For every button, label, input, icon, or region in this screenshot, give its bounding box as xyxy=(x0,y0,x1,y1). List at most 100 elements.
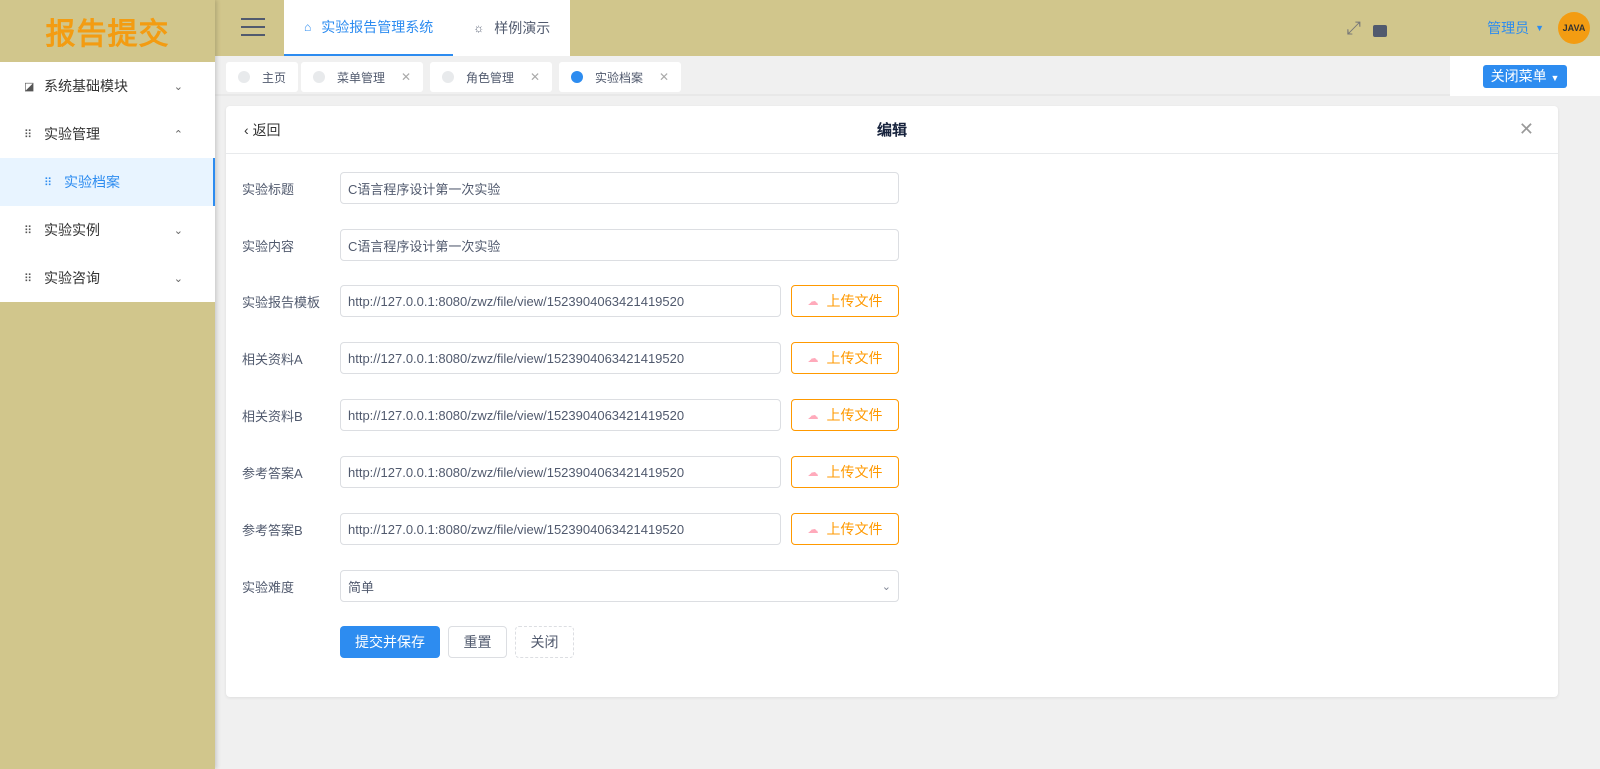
close-icon[interactable]: ✕ xyxy=(659,70,669,84)
sidebar: 报告提交 ◪ 系统基础模块 ⌄ ⠿ 实验管理 ⌃ ⠿ 实验档案 ⠿ 实验实例 ⌄ ⠿ 实验咨询 ⌄ xyxy=(0,0,215,769)
lock-icon[interactable] xyxy=(1373,25,1388,37)
card-header: ‹ 返回 编辑 ✕ xyxy=(226,106,1558,154)
close-icon[interactable]: ✕ xyxy=(530,70,540,84)
field-label: 相关资料A xyxy=(242,351,303,367)
header: ⌂ 实验报告管理系统 ☼ 样例演示 ⤢ 管理员 ▼ JAVA xyxy=(215,0,1600,56)
upload-file-button[interactable]: ☁ 上传文件 xyxy=(791,285,899,317)
label: 上传文件 xyxy=(826,407,883,423)
status-dot xyxy=(442,71,454,83)
label: 实验管理 xyxy=(44,126,100,142)
tag-role-mgmt[interactable]: 角色管理 ✕ xyxy=(430,62,553,92)
field-label: 实验标题 xyxy=(242,181,295,197)
sidebar-item-experiment-archive[interactable]: ⠿ 实验档案 xyxy=(0,158,215,206)
close-menu-area: 关闭菜单 ▼ xyxy=(1450,56,1600,96)
topnav-system[interactable]: ⌂ 实验报告管理系统 xyxy=(284,0,454,56)
label: 上传文件 xyxy=(826,464,883,480)
label: 角色管理 xyxy=(466,70,515,85)
fullscreen-icon[interactable]: ⤢ xyxy=(1347,18,1361,39)
upload-file-button[interactable]: ☁ 上传文件 xyxy=(791,513,899,545)
cloud-upload-icon: ☁ xyxy=(807,295,819,308)
user-name[interactable]: 管理员 xyxy=(1487,18,1529,38)
sidebar-item-experiment-consult[interactable]: ⠿ 实验咨询 ⌄ xyxy=(0,254,215,302)
field-input[interactable]: http://127.0.0.1:8080/zwz/file/view/1523… xyxy=(340,342,781,374)
label: 返回 xyxy=(252,121,281,138)
chart-icon: ◪ xyxy=(24,80,35,93)
field-input[interactable]: http://127.0.0.1:8080/zwz/file/view/1523… xyxy=(340,513,781,545)
field-label: 相关资料B xyxy=(242,408,303,424)
form-row: 实验标题 C语言程序设计第一次实验 xyxy=(242,172,899,204)
back-button[interactable]: ‹ 返回 xyxy=(244,120,281,140)
value: C语言程序设计第一次实验 xyxy=(348,181,501,197)
sidebar-menu: ◪ 系统基础模块 ⌄ ⠿ 实验管理 ⌃ ⠿ 实验档案 ⠿ 实验实例 ⌄ ⠿ 实验咨询 ⌄ xyxy=(0,62,215,302)
grid-icon: ⠿ xyxy=(44,176,53,189)
cloud-upload-icon: ☁ xyxy=(807,352,819,365)
upload-file-button[interactable]: ☁ 上传文件 xyxy=(791,399,899,431)
field-input[interactable]: http://127.0.0.1:8080/zwz/file/view/1523… xyxy=(340,285,781,317)
field-input[interactable]: C语言程序设计第一次实验 xyxy=(340,172,899,204)
submit-button[interactable]: 提交并保存 xyxy=(340,626,440,658)
sidebar-item-experiment-instance[interactable]: ⠿ 实验实例 ⌄ xyxy=(0,206,215,254)
status-dot xyxy=(238,71,250,83)
hamburger-menu-icon[interactable] xyxy=(241,18,265,42)
value: http://127.0.0.1:8080/zwz/file/view/1523… xyxy=(348,350,685,366)
chevron-down-icon: ⌄ xyxy=(881,580,891,593)
top-nav: ⌂ 实验报告管理系统 ☼ 样例演示 xyxy=(284,0,571,56)
reset-button[interactable]: 重置 xyxy=(448,626,507,658)
field-input[interactable]: http://127.0.0.1:8080/zwz/file/view/1523… xyxy=(340,456,781,488)
label: 系统基础模块 xyxy=(44,78,128,94)
field-label: 参考答案A xyxy=(242,465,303,481)
value: http://127.0.0.1:8080/zwz/file/view/1523… xyxy=(348,407,685,423)
edit-card: ‹ 返回 编辑 ✕ 实验标题 C语言程序设计第一次实验 实验内容 C语言程序设计第一次… xyxy=(226,106,1558,697)
form-row: 实验难度 简单 ⌄ xyxy=(242,570,899,602)
grid-icon: ⠿ xyxy=(24,272,33,285)
grid-icon: ⠿ xyxy=(24,128,33,141)
page-title: 编辑 xyxy=(876,122,907,139)
upload-file-button[interactable]: ☁ 上传文件 xyxy=(791,456,899,488)
form-row: 实验内容 C语言程序设计第一次实验 xyxy=(242,229,899,261)
chevron-down-icon: ⌄ xyxy=(173,272,183,285)
tag-menu-mgmt[interactable]: 菜单管理 ✕ xyxy=(301,62,424,92)
value: C语言程序设计第一次实验 xyxy=(348,238,501,254)
cloud-upload-icon: ☁ xyxy=(807,409,819,422)
chevron-up-icon: ⌃ xyxy=(173,128,183,141)
label: 实验报告管理系统 xyxy=(321,19,434,35)
value: http://127.0.0.1:8080/zwz/file/view/1523… xyxy=(348,464,685,480)
bulb-icon: ☼ xyxy=(473,21,485,35)
field-input[interactable]: http://127.0.0.1:8080/zwz/file/view/1523… xyxy=(340,399,781,431)
tag-experiment-archive[interactable]: 实验档案 ✕ xyxy=(559,62,682,92)
form-row: 参考答案A http://127.0.0.1:8080/zwz/file/view… xyxy=(242,456,899,488)
logo: 报告提交 xyxy=(45,18,170,51)
label: 实验档案 xyxy=(595,70,644,85)
chevron-down-icon: ⌄ xyxy=(173,224,183,237)
close-button[interactable]: 关闭 xyxy=(515,626,574,658)
label: 上传文件 xyxy=(826,350,883,366)
label: 关闭菜单 xyxy=(1490,68,1547,84)
home-icon: ⌂ xyxy=(304,20,312,34)
field-label: 参考答案B xyxy=(242,522,303,538)
field-label: 实验报告模板 xyxy=(242,294,321,310)
form-actions: 提交并保存 重置 关闭 xyxy=(340,626,582,658)
upload-file-button[interactable]: ☁ 上传文件 xyxy=(791,342,899,374)
sidebar-item-system[interactable]: ◪ 系统基础模块 ⌄ xyxy=(0,62,215,110)
difficulty-select[interactable]: 简单 ⌄ xyxy=(340,570,899,602)
caret-down-icon[interactable]: ▼ xyxy=(1535,23,1544,33)
topnav-demo[interactable]: ☼ 样例演示 xyxy=(453,0,570,56)
status-dot xyxy=(313,71,325,83)
label: 上传文件 xyxy=(826,521,883,537)
label: 样例演示 xyxy=(494,20,551,36)
close-icon[interactable]: ✕ xyxy=(1519,119,1534,140)
sidebar-item-experiment-mgmt[interactable]: ⠿ 实验管理 ⌃ xyxy=(0,110,215,158)
close-menu-button[interactable]: 关闭菜单 ▼ xyxy=(1482,64,1568,88)
close-icon[interactable]: ✕ xyxy=(401,70,411,84)
form-row: 相关资料B http://127.0.0.1:8080/zwz/file/view… xyxy=(242,399,899,431)
avatar[interactable]: JAVA xyxy=(1558,12,1590,44)
field-label: 实验难度 xyxy=(242,579,295,595)
label: 实验实例 xyxy=(44,222,100,238)
tag-home[interactable]: 主页 xyxy=(226,62,299,92)
label: 实验档案 xyxy=(64,174,120,190)
value: http://127.0.0.1:8080/zwz/file/view/1523… xyxy=(348,521,685,537)
chevron-down-icon: ⌄ xyxy=(173,80,183,93)
grid-icon: ⠿ xyxy=(24,224,33,237)
value: http://127.0.0.1:8080/zwz/file/view/1523… xyxy=(348,293,685,309)
field-input[interactable]: C语言程序设计第一次实验 xyxy=(340,229,899,261)
